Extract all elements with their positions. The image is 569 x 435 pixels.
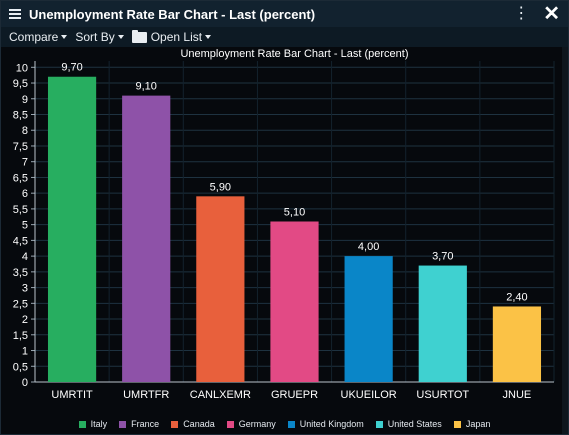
bar-umrtit xyxy=(47,76,97,382)
legend-swatch xyxy=(287,420,295,428)
y-tick-label: 7 xyxy=(22,157,28,169)
x-tick-label: JNUE xyxy=(503,389,532,401)
legend-item[interactable]: France xyxy=(119,419,159,429)
folder-icon xyxy=(131,29,147,43)
menu-icon[interactable] xyxy=(9,7,21,21)
y-tick-label: 2 xyxy=(22,314,28,326)
y-tick-label: 9 xyxy=(22,94,28,106)
y-tick-label: 3 xyxy=(22,283,28,295)
open-list-label: Open List xyxy=(150,30,203,44)
window-title: Unemployment Rate Bar Chart - Last (perc… xyxy=(29,6,316,22)
x-tick-label: UKUEILOR xyxy=(341,389,397,401)
data-label: 5,10 xyxy=(284,207,305,219)
open-list-dropdown[interactable]: Open List xyxy=(131,29,212,44)
legend-swatch xyxy=(226,420,234,428)
data-label: 9,10 xyxy=(136,81,157,93)
chart-legend: Italy France Canada Germany United Kingdom Un… xyxy=(1,417,568,431)
y-tick-label: 7,5 xyxy=(13,141,28,153)
data-label: 4,00 xyxy=(358,241,379,253)
y-tick-label: 2,5 xyxy=(13,298,28,310)
data-label: 3,70 xyxy=(432,251,453,263)
caret-down-icon xyxy=(61,35,68,39)
data-label: 5,90 xyxy=(210,181,231,193)
y-tick-label: 3,5 xyxy=(13,267,28,279)
sort-by-dropdown[interactable]: Sort By xyxy=(75,30,124,44)
compare-label: Compare xyxy=(9,30,59,44)
legend-swatch xyxy=(171,420,179,428)
legend-item[interactable]: United States xyxy=(375,419,442,429)
y-tick-label: 4 xyxy=(22,251,28,263)
legend-item[interactable]: Italy xyxy=(78,419,108,429)
y-tick-label: 9,5 xyxy=(13,78,28,90)
legend-label: Japan xyxy=(465,419,491,429)
bar-gruepr xyxy=(270,221,319,382)
y-tick-label: 5,5 xyxy=(13,204,28,216)
legend-swatch xyxy=(78,420,86,428)
compare-dropdown[interactable]: Compare xyxy=(9,30,68,44)
legend-label: Germany xyxy=(238,419,276,429)
data-label: 2,40 xyxy=(506,291,527,303)
bar-umrtfr xyxy=(122,95,171,382)
bar-jnue xyxy=(492,306,542,382)
x-tick-label: USURTOT xyxy=(416,389,469,401)
y-tick-label: 8 xyxy=(22,125,28,137)
chart-title: Unemployment Rate Bar Chart - Last (perc… xyxy=(180,48,408,60)
x-tick-label: UMRTIT xyxy=(51,389,93,401)
legend-swatch xyxy=(375,420,383,428)
caret-down-icon xyxy=(205,35,212,39)
chart-area: Unemployment Rate Bar Chart - Last (perc… xyxy=(1,47,568,434)
legend-label: Italy xyxy=(90,419,108,429)
legend-swatch xyxy=(119,420,127,428)
close-icon[interactable]: ✕ xyxy=(543,3,560,25)
legend-item[interactable]: Japan xyxy=(453,419,491,429)
legend-swatch xyxy=(453,420,461,428)
y-tick-label: 0,5 xyxy=(13,361,28,373)
y-tick-label: 0 xyxy=(22,377,28,389)
legend-item[interactable]: Canada xyxy=(171,419,215,429)
x-tick-label: CANLXEMR xyxy=(190,389,251,401)
x-tick-label: UMRTFR xyxy=(123,389,169,401)
y-tick-label: 1,5 xyxy=(13,330,28,342)
y-tick-label: 10 xyxy=(16,62,28,74)
bar-usurtot xyxy=(418,265,467,382)
chart-window: Unemployment Rate Bar Chart - Last (perc… xyxy=(0,0,569,435)
caret-down-icon xyxy=(117,35,124,39)
bar-chart: Unemployment Rate Bar Chart - Last (perc… xyxy=(13,48,555,401)
y-tick-label: 6,5 xyxy=(13,172,28,184)
bar-ukueilor xyxy=(344,256,393,382)
legend-item[interactable]: Germany xyxy=(226,419,276,429)
more-options-icon[interactable]: ⋮ xyxy=(513,3,529,25)
data-label: 9,70 xyxy=(61,62,82,74)
legend-label: Canada xyxy=(183,419,215,429)
legend-label: United Kingdom xyxy=(299,419,364,429)
window-actions: ⋮ ✕ xyxy=(513,3,560,25)
legend-label: United States xyxy=(387,419,442,429)
title-bar: Unemployment Rate Bar Chart - Last (perc… xyxy=(1,1,568,27)
bar-canlxemr xyxy=(196,196,245,382)
y-tick-label: 8,5 xyxy=(13,110,28,122)
y-tick-label: 1 xyxy=(22,346,28,358)
toolbar: Compare Sort By Open List xyxy=(1,27,568,47)
side-scrollbar[interactable] xyxy=(562,47,568,434)
y-tick-label: 6 xyxy=(22,188,28,200)
legend-item[interactable]: United Kingdom xyxy=(287,419,364,429)
sort-by-label: Sort By xyxy=(75,30,115,44)
legend-label: France xyxy=(131,419,160,429)
y-tick-label: 4,5 xyxy=(13,235,28,247)
x-tick-label: GRUEPR xyxy=(271,389,318,401)
y-tick-label: 5 xyxy=(22,220,28,232)
